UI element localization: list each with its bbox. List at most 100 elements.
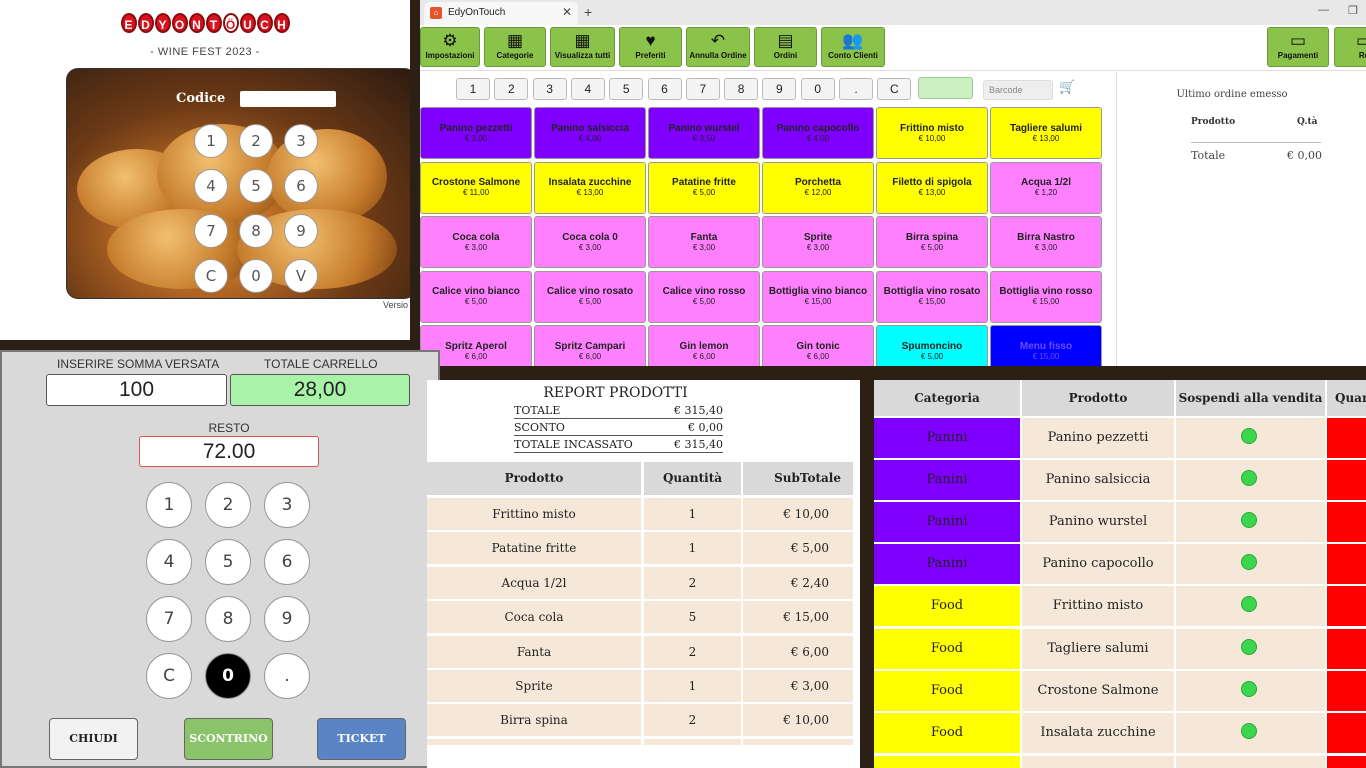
- product-button[interactable]: Frittino misto € 10,00: [876, 107, 988, 159]
- product-button[interactable]: Sprite € 3,00: [762, 216, 874, 269]
- product-cell: Insalata zucchine: [1022, 712, 1174, 753]
- number-key-1[interactable]: 1: [456, 78, 490, 100]
- product-button[interactable]: Calice vino rosato € 5,00: [534, 270, 646, 323]
- product-button[interactable]: Tagliere salumi € 13,00: [990, 107, 1102, 159]
- impostazioni-button[interactable]: ⚙ Impostazioni: [420, 27, 480, 67]
- minimize-icon[interactable]: —: [1318, 4, 1329, 16]
- close-button[interactable]: CHIUDI: [49, 718, 138, 760]
- conto-clienti-button[interactable]: 👥 Conto Clienti: [821, 27, 885, 67]
- product-button[interactable]: Insalata zucchine € 13,00: [534, 161, 646, 214]
- toolbar-label: Annulla Ordine: [689, 51, 747, 60]
- restore-icon[interactable]: ❐: [1348, 4, 1358, 17]
- payment-key-6[interactable]: 6: [264, 539, 310, 585]
- payment-key-clear[interactable]: C: [146, 653, 192, 699]
- login-key-6[interactable]: 6: [284, 169, 318, 203]
- product-price: € 6,00: [806, 351, 830, 361]
- barcode-input[interactable]: Barcode: [983, 80, 1053, 100]
- payment-key-8[interactable]: 8: [205, 596, 251, 642]
- number-key-8[interactable]: 8: [724, 78, 759, 100]
- cart-icon[interactable]: 🛒: [1059, 79, 1075, 95]
- login-key-confirm[interactable]: V: [284, 259, 318, 293]
- login-key-7[interactable]: 7: [194, 214, 228, 248]
- login-key-9[interactable]: 9: [284, 214, 318, 248]
- ticket-button[interactable]: TICKET: [317, 718, 406, 760]
- product-button[interactable]: Porchetta € 12,00: [762, 161, 874, 214]
- product-button[interactable]: Gin lemon € 6,00: [648, 325, 760, 366]
- categorie-button[interactable]: ▦ Categorie: [484, 27, 546, 67]
- preferiti-button[interactable]: ♥ Preferiti: [619, 27, 682, 67]
- number-key-4[interactable]: 4: [570, 78, 605, 100]
- re-button[interactable]: ▭Re: [1334, 27, 1366, 67]
- pagamenti-button[interactable]: ▭ Pagamenti: [1267, 27, 1329, 67]
- payment-key-4[interactable]: 4: [146, 539, 192, 585]
- login-key-4[interactable]: 4: [194, 169, 228, 203]
- login-key-8[interactable]: 8: [239, 214, 273, 248]
- number-key-2[interactable]: 2: [494, 78, 529, 100]
- login-key-5[interactable]: 5: [239, 169, 273, 203]
- new-tab-icon[interactable]: +: [584, 4, 592, 20]
- product-button[interactable]: Panino wurstel € 3,50: [648, 107, 760, 159]
- product-button[interactable]: Panino capocollo € 4,00: [762, 107, 874, 159]
- receipt-button[interactable]: SCONTRINO: [184, 718, 273, 760]
- payment-key-7[interactable]: 7: [146, 596, 192, 642]
- number-key-5[interactable]: 5: [609, 78, 644, 100]
- product-report-panel: REPORT PRODOTTI TOTALE € 315,40 SCONTO € 0,…: [427, 380, 860, 768]
- product-button[interactable]: Patatine fritte € 5,00: [648, 161, 760, 214]
- login-key-clear[interactable]: C: [194, 259, 228, 293]
- number-key-9[interactable]: 9: [762, 78, 797, 100]
- product-button[interactable]: Bottiglia vino bianco € 15,00: [762, 270, 874, 323]
- product-name: Patatine fritte: [672, 177, 736, 189]
- product-button[interactable]: Spritz Campari € 6,00: [534, 325, 646, 366]
- number-key-6[interactable]: 6: [647, 78, 682, 100]
- payment-key-2[interactable]: 2: [205, 482, 251, 528]
- login-key-1[interactable]: 1: [194, 124, 228, 158]
- payment-key-3[interactable]: 3: [264, 482, 310, 528]
- sale-status-icon[interactable]: [1241, 680, 1257, 697]
- close-tab-icon[interactable]: ✕: [562, 5, 572, 19]
- product-button[interactable]: Panino salsiccia € 4,00: [534, 107, 646, 159]
- product-button[interactable]: Spumoncino € 5,00: [876, 325, 988, 366]
- payment-key-0[interactable]: 0: [205, 653, 251, 699]
- login-key-3[interactable]: 3: [284, 124, 318, 158]
- report-cell-partial: [743, 739, 853, 745]
- product-name: Calice vino bianco: [432, 286, 520, 298]
- product-button[interactable]: Panino pezzetti € 3,00: [420, 107, 532, 159]
- category-cell: Food: [874, 586, 1020, 627]
- payment-key-9[interactable]: 9: [264, 596, 310, 642]
- number-key-3[interactable]: 3: [532, 78, 567, 100]
- number-key-0[interactable]: 0: [800, 78, 835, 100]
- product-button[interactable]: Crostone Salmone € 11,00: [420, 161, 532, 214]
- product-button[interactable]: Acqua 1/2l € 1,20: [990, 161, 1102, 214]
- browser-tab[interactable]: ⌂ EdyOnTouch ✕: [424, 2, 578, 25]
- payment-key-dot[interactable]: .: [264, 653, 310, 699]
- product-button[interactable]: Birra spina € 5,00: [876, 216, 988, 269]
- product-name: Panino wurstel: [668, 122, 740, 134]
- login-key-2[interactable]: 2: [239, 124, 273, 158]
- product-button[interactable]: Coca cola € 3,00: [420, 216, 532, 269]
- product-button[interactable]: Gin tonic € 6,00: [762, 325, 874, 366]
- product-button[interactable]: Filetto di spigola € 13,00: [876, 161, 988, 214]
- product-button[interactable]: Bottiglia vino rosso € 15,00: [990, 270, 1102, 323]
- sale-status-icon[interactable]: [1241, 428, 1257, 444]
- payment-key-5[interactable]: 5: [205, 539, 251, 585]
- sale-status-icon[interactable]: [1241, 470, 1257, 487]
- login-key-0[interactable]: 0: [239, 259, 273, 293]
- product-button[interactable]: Calice vino rosso € 5,00: [648, 270, 760, 323]
- sale-status-icon[interactable]: [1241, 638, 1257, 655]
- number-key-dot[interactable]: .: [839, 78, 873, 100]
- number-key-clear[interactable]: C: [877, 78, 912, 100]
- payment-key-1[interactable]: 1: [146, 482, 192, 528]
- product-button[interactable]: Coca cola 0 € 3,00: [534, 216, 646, 269]
- sale-status-icon[interactable]: [1241, 722, 1257, 739]
- code-input[interactable]: [240, 91, 336, 107]
- product-button[interactable]: Birra Nastro € 3,00: [990, 216, 1102, 269]
- visualizza-tutti-button[interactable]: ▦ Visualizza tutti: [550, 27, 615, 67]
- product-button[interactable]: Fanta € 3,00: [648, 216, 760, 269]
- product-button[interactable]: Menu fisso € 15,00: [990, 325, 1102, 366]
- number-key-7[interactable]: 7: [685, 78, 720, 100]
- product-button[interactable]: Calice vino bianco € 5,00: [420, 270, 532, 323]
- annulla-ordine-button[interactable]: ↶ Annulla Ordine: [686, 27, 750, 67]
- product-button[interactable]: Bottiglia vino rosato € 15,00: [876, 270, 988, 323]
- ordini-button[interactable]: ▤ Ordini: [754, 27, 817, 67]
- paid-amount-input[interactable]: 100: [46, 374, 227, 406]
